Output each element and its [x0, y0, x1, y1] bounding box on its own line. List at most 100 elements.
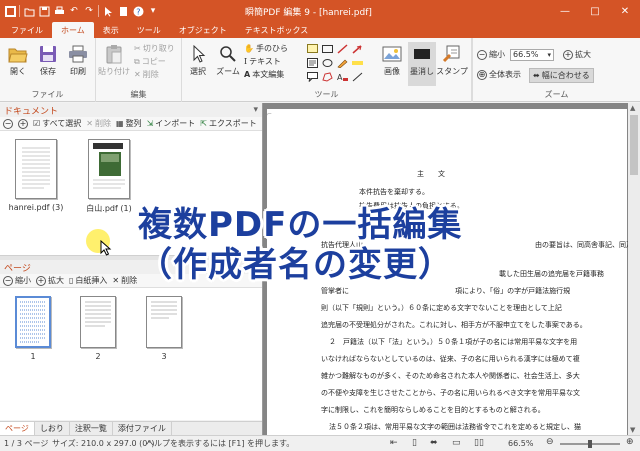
panel-menu-icon[interactable]: ▾ [253, 105, 258, 115]
doc-heading: 主 文 [417, 170, 445, 178]
stamp-icon[interactable] [117, 5, 129, 17]
import-button[interactable]: ⇲ インポート [147, 118, 196, 129]
rectangle-icon[interactable] [320, 42, 334, 55]
maximize-button[interactable]: □ [580, 0, 610, 22]
callout-icon[interactable] [305, 70, 319, 83]
print-button[interactable]: 印刷 [64, 44, 92, 77]
redo-icon[interactable]: ↷ [83, 5, 95, 17]
paste-button[interactable]: 貼り付け [98, 44, 130, 77]
close-button[interactable]: ✕ [610, 0, 640, 22]
zoom-slider-knob[interactable] [588, 440, 592, 448]
select-button[interactable]: 選択 [184, 44, 212, 77]
stamp-button[interactable]: スタンプ [436, 44, 468, 77]
tab-annotations[interactable]: 注釈一覧 [70, 422, 113, 435]
fit-width-status-icon[interactable]: ⬌ [430, 438, 438, 448]
export-button[interactable]: ⇱ エクスポート [200, 118, 256, 129]
print-icon[interactable] [53, 5, 65, 17]
page-delete-button[interactable]: ✕ 削除 [112, 275, 137, 286]
tab-object[interactable]: オブジェクト [170, 22, 236, 38]
page-zoom-out-button[interactable]: − 縮小 [3, 275, 31, 286]
redact-button[interactable]: 墨消し [408, 42, 436, 86]
cursor-icon[interactable] [102, 5, 114, 17]
prev-page-icon[interactable]: ▯ [412, 438, 417, 448]
page-thumbnail[interactable] [80, 296, 116, 348]
hand-tool-button[interactable]: ✋ 手のひら [244, 43, 288, 54]
status-bar: 1 / 3 ページ サイズ: 210.0 x 297.0 (0°) ヘルプを表示… [0, 435, 640, 451]
save-icon[interactable] [38, 5, 50, 17]
page-zoom-in-button[interactable]: + 拡大 [36, 275, 64, 286]
tab-home[interactable]: ホーム [52, 22, 94, 38]
zoom-minus-icon[interactable]: ⊖ [546, 437, 554, 447]
image-button[interactable]: 画像 [378, 44, 406, 77]
line-red-icon[interactable] [335, 42, 349, 55]
image-icon [382, 44, 402, 64]
cut-button[interactable]: ✂ 切り取り [134, 43, 175, 54]
page-thumbnail[interactable] [146, 296, 182, 348]
minimize-button[interactable]: — [550, 0, 580, 22]
zoom-plus-icon[interactable]: ⊕ [626, 437, 634, 447]
scroll-down-icon[interactable]: ▼ [630, 426, 635, 434]
overlay-line-1: 複数PDFの一括編集 [138, 205, 463, 245]
save-button[interactable]: 保存 [34, 44, 62, 77]
tab-pages[interactable]: ページ [0, 422, 35, 435]
tab-textbox[interactable]: テキストボックス [236, 22, 318, 38]
font-color-icon[interactable]: A [335, 70, 349, 83]
page-thumbnail[interactable] [15, 296, 51, 348]
text-edit-icon: A [244, 70, 251, 79]
delete-button[interactable]: ✕ 削除 [134, 69, 159, 80]
fit-page-button[interactable]: ⊕ 全体表示 [477, 69, 521, 80]
select-all-icon: ☑ [33, 119, 41, 128]
tab-bookmarks[interactable]: しおり [35, 422, 70, 435]
document-thumbnail-hanrei[interactable] [15, 139, 57, 199]
undo-icon[interactable]: ↶ [68, 5, 80, 17]
tab-file[interactable]: ファイル [2, 22, 52, 38]
printer-icon [68, 44, 88, 64]
line-style-icon[interactable] [350, 70, 364, 83]
vertical-scrollbar[interactable]: ▲ ▼ [628, 103, 640, 435]
zoom-combobox[interactable]: 66.5% ▾ [510, 49, 554, 61]
zoom-slider[interactable] [560, 440, 620, 448]
textbox-icon[interactable] [305, 56, 319, 69]
polygon-icon[interactable] [320, 70, 334, 83]
open-button[interactable]: 開く [4, 44, 32, 77]
ellipse-icon[interactable] [320, 56, 334, 69]
doc-line: の不便や支障を生じさせたことから、子の名に用いられるべき文字を常用平易な文 [321, 389, 580, 397]
doc-line: 雑かつ難解なものが多く、そのため命名された本人や関係者に、社会生活上、多大 [321, 372, 580, 380]
highlight-icon[interactable] [350, 56, 364, 69]
doc-line: 法５０条２項は、常用平易な文字の範囲は法務省令でこれを定めると規定し、猫 [329, 423, 581, 431]
insert-blank-button[interactable]: ▯ 白紙挿入 [69, 275, 107, 286]
zoom-out-button[interactable]: − 縮小 [477, 49, 505, 60]
text-tool-button[interactable]: Ⅰ テキスト [244, 56, 281, 67]
copy-button[interactable]: ⧉ コピー [134, 56, 166, 67]
chevron-down-icon[interactable]: ▾ [547, 50, 551, 60]
help-icon[interactable]: ? [132, 5, 144, 17]
select-all-button[interactable]: ☑ すべて選択 [33, 118, 81, 129]
single-page-icon[interactable]: ▭ [452, 438, 461, 448]
two-page-icon[interactable]: ▯▯ [474, 438, 484, 448]
plus-circle-icon: + [36, 275, 46, 286]
document-thumbnail-hakusan[interactable] [88, 139, 130, 199]
text-edit-button[interactable]: A 本文編集 [244, 69, 284, 80]
arrange-button[interactable]: ▦ 整列 [116, 118, 142, 129]
pencil-icon[interactable] [335, 56, 349, 69]
zoom-tool-button[interactable]: ズーム [214, 44, 242, 77]
zoom-in-button[interactable]: + 拡大 [563, 49, 591, 60]
minus-circle-icon[interactable]: − [3, 118, 13, 129]
note-icon[interactable] [305, 42, 319, 55]
tab-view[interactable]: 表示 [94, 22, 128, 38]
dropdown-arrow-icon[interactable]: ▾ [147, 5, 159, 17]
fit-width-button[interactable]: ⬌ 幅に合わせる [529, 68, 594, 83]
scissors-icon: ✂ [134, 44, 141, 53]
doc-delete-button[interactable]: ✕ 削除 [86, 118, 111, 129]
scrollbar-thumb[interactable] [630, 115, 638, 175]
open-icon[interactable] [23, 5, 35, 17]
tab-attachments[interactable]: 添付ファイル [113, 422, 172, 435]
first-page-icon[interactable]: ⇤ [390, 438, 398, 448]
text-page-preview-icon [22, 147, 50, 189]
arrow-red-icon[interactable] [350, 42, 364, 55]
tab-tools[interactable]: ツール [128, 22, 170, 38]
doc-line: 載した田生届の追完届を戸籍事務 [499, 270, 604, 278]
page-number: 3 [161, 352, 167, 361]
plus-circle-icon[interactable]: + [18, 118, 28, 129]
scroll-up-icon[interactable]: ▲ [630, 104, 635, 112]
